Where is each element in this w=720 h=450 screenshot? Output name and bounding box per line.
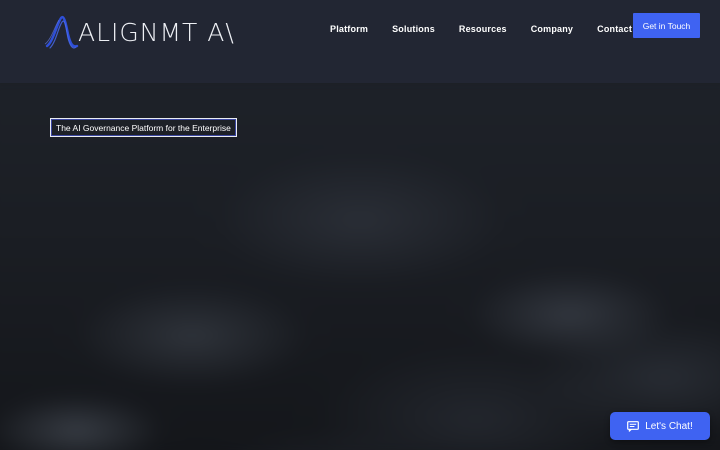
hero-tagline: The AI Governance Platform for the Enter… [50, 118, 237, 137]
chat-bubble-icon [627, 420, 640, 432]
brand-name: ALIGNMT A\ [78, 18, 235, 47]
get-in-touch-button[interactable]: Get in Touch [633, 13, 700, 38]
lets-chat-button[interactable]: Let's Chat! [610, 412, 710, 440]
page: ALIGNMT A\ Platform Solutions Resources … [0, 0, 720, 450]
nav-item-resources[interactable]: Resources [447, 22, 519, 36]
chat-label: Let's Chat! [645, 420, 693, 432]
nav-item-company[interactable]: Company [519, 22, 585, 36]
hero-section: The AI Governance Platform for the Enter… [0, 83, 720, 450]
nav-item-solutions[interactable]: Solutions [380, 22, 447, 36]
wave-logo-icon [44, 15, 79, 49]
brand-logo[interactable]: ALIGNMT A\ [44, 12, 234, 52]
nav-item-platform[interactable]: Platform [318, 22, 380, 36]
site-header: ALIGNMT A\ Platform Solutions Resources … [0, 0, 720, 83]
main-nav: Platform Solutions Resources Company Con… [318, 22, 644, 36]
hero-background-image [0, 83, 720, 450]
